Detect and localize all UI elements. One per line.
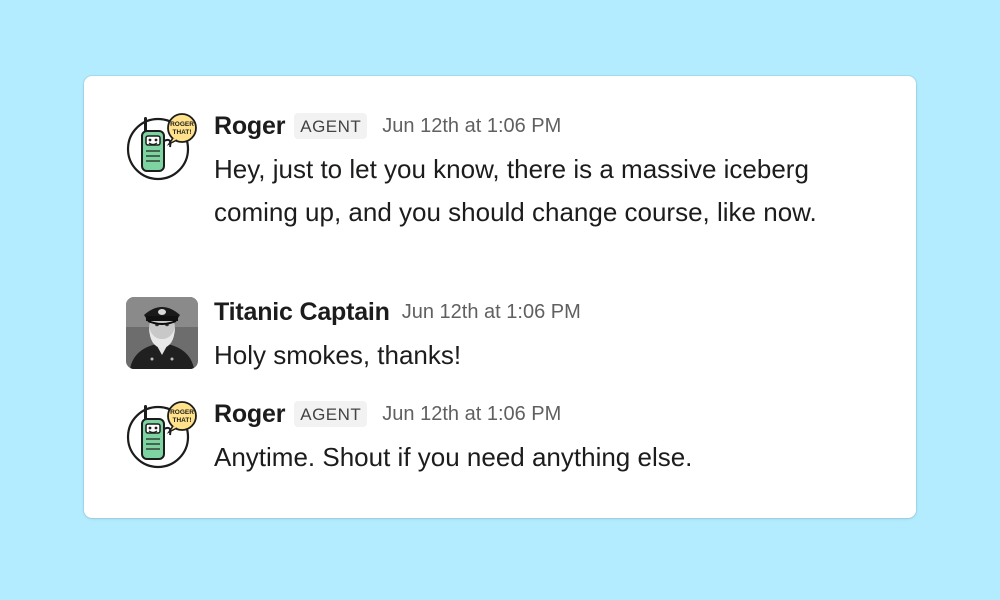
walkie-talkie-mascot-icon: ROGER THAT! <box>126 401 197 469</box>
message-text: Hey, just to let you know, there is a ma… <box>214 154 817 227</box>
sender-name[interactable]: Roger <box>214 400 285 429</box>
message-content: Roger AGENT Jun 12th at 1:06 PM Hey, jus… <box>214 111 894 234</box>
roger-that-badge-text: ROGER <box>170 409 194 416</box>
timestamp[interactable]: Jun 12th at 1:06 PM <box>382 115 561 138</box>
message-header: Roger AGENT Jun 12th at 1:06 PM <box>214 399 894 429</box>
agent-badge: AGENT <box>294 113 368 139</box>
sender-name[interactable]: Titanic Captain <box>214 298 390 327</box>
sender-name[interactable]: Roger <box>214 112 285 141</box>
captain-photo-avatar <box>126 297 198 369</box>
message-thread-card: ROGER THAT! Roger AGENT Jun 12th at 1:06… <box>84 76 916 518</box>
message-content: Titanic Captain Jun 12th at 1:06 PM Holy… <box>214 297 894 377</box>
timestamp[interactable]: Jun 12th at 1:06 PM <box>382 403 561 426</box>
roger-that-badge-text: ROGER <box>170 121 194 128</box>
walkie-talkie-mascot-icon: ROGER THAT! <box>126 113 197 181</box>
message-header: Titanic Captain Jun 12th at 1:06 PM <box>214 297 894 327</box>
captain-avatar[interactable] <box>126 297 198 369</box>
agent-badge: AGENT <box>294 401 368 427</box>
roger-avatar[interactable]: ROGER THAT! <box>126 399 198 471</box>
message-text: Holy smokes, thanks! <box>214 340 462 370</box>
svg-text:THAT!: THAT! <box>172 129 191 136</box>
message-content: Roger AGENT Jun 12th at 1:06 PM Anytime.… <box>214 399 894 479</box>
message-text: Anytime. Shout if you need anything else… <box>214 442 693 472</box>
message-header: Roger AGENT Jun 12th at 1:06 PM <box>214 111 894 141</box>
svg-text:THAT!: THAT! <box>172 417 191 424</box>
timestamp[interactable]: Jun 12th at 1:06 PM <box>402 301 581 324</box>
roger-avatar[interactable]: ROGER THAT! <box>126 111 198 183</box>
